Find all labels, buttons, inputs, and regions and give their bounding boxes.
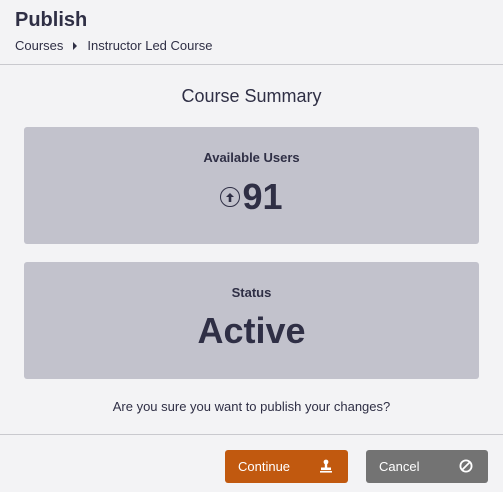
continue-button[interactable]: Continue	[225, 450, 348, 483]
cancel-button[interactable]: Cancel	[366, 450, 488, 483]
available-users-row: 91	[24, 177, 479, 217]
dialog-header: Publish Courses Instructor Led Course	[0, 0, 503, 65]
available-users-count: 91	[242, 176, 283, 217]
continue-button-label: Continue	[238, 459, 291, 474]
course-summary-title: Course Summary	[181, 86, 322, 106]
status-label: Status	[231, 285, 272, 300]
breadcrumb-separator-icon	[73, 41, 78, 50]
available-users-label: Available Users	[203, 150, 300, 165]
cancel-button-label: Cancel	[379, 459, 420, 474]
breadcrumb-current: Instructor Led Course	[87, 38, 213, 53]
status-value: Active	[197, 310, 306, 351]
available-users-card: Available Users 91	[24, 127, 479, 244]
cancel-circle-icon	[459, 459, 473, 473]
stamp-icon	[319, 459, 333, 473]
status-card: Status Active	[24, 262, 479, 379]
dialog-footer: Continue Cancel	[0, 434, 503, 492]
arrow-up-circle-icon[interactable]	[220, 187, 241, 207]
breadcrumb: Courses Instructor Led Course	[15, 38, 212, 53]
confirm-question: Are you sure you want to publish your ch…	[112, 399, 391, 414]
publish-dialog: Publish Courses Instructor Led Course Co…	[0, 0, 503, 492]
breadcrumb-courses[interactable]: Courses	[15, 38, 63, 53]
page-title: Publish	[15, 9, 88, 31]
